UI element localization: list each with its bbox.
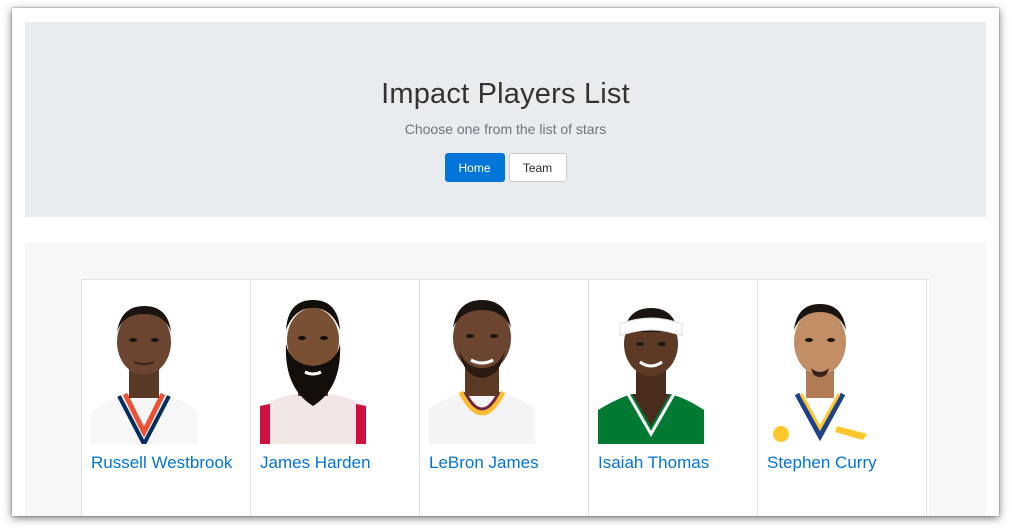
player-photo-curry[interactable] [767,294,873,444]
browser-window: Impact Players List Choose one from the … [12,8,999,516]
player-card[interactable]: Stephen Curry [758,280,927,516]
players-album: Russell Westbrook James Harden LeBron Ja… [25,242,986,516]
player-card[interactable]: Russell Westbrook [82,280,251,516]
player-card[interactable]: LeBron James [420,280,589,516]
player-photo-lebron[interactable] [429,294,535,444]
hero-buttons: Home Team [25,153,986,182]
player-name-link[interactable]: James Harden [260,453,410,473]
player-card[interactable]: Isaiah Thomas [589,280,758,516]
player-name-link[interactable]: LeBron James [429,453,579,473]
team-button[interactable]: Team [508,153,567,182]
player-card-group: Russell Westbrook James Harden LeBron Ja… [81,279,929,516]
player-card[interactable]: James Harden [251,280,420,516]
player-name-link[interactable]: Stephen Curry [767,453,917,473]
player-photo-thomas[interactable] [598,294,704,444]
home-button[interactable]: Home [444,153,505,182]
page-title: Impact Players List [381,78,630,110]
player-name-link[interactable]: Russell Westbrook [91,453,241,473]
player-photo-harden[interactable] [260,294,366,444]
page-subtitle: Choose one from the list of stars [404,121,607,137]
player-photo-westbrook[interactable] [91,294,197,444]
hero-section: Impact Players List Choose one from the … [25,22,986,217]
player-name-link[interactable]: Isaiah Thomas [598,453,748,473]
